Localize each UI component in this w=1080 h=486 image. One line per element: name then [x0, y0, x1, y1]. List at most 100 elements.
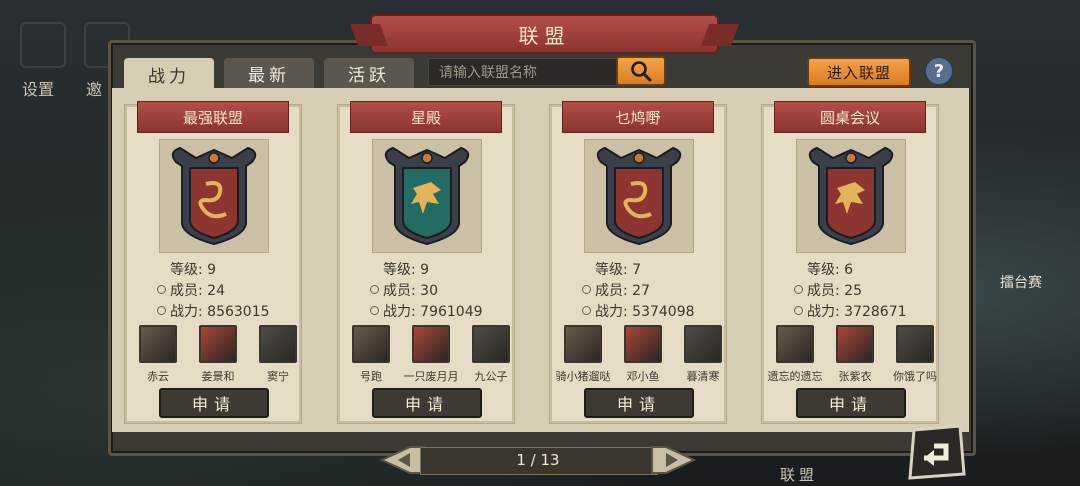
alliance-emblem	[159, 139, 269, 253]
alliance-name: 圆桌会议	[774, 101, 926, 133]
stat-label: 成员:	[807, 283, 840, 299]
stat-value: 7	[632, 262, 642, 278]
stat-bullet-icon	[582, 306, 591, 315]
member-avatar[interactable]	[352, 325, 390, 363]
member-name: 邓小鱼	[626, 370, 660, 383]
member-name: 遗忘的遗忘	[767, 370, 823, 383]
tab-active[interactable]: 活跃	[324, 58, 414, 88]
stat-value: 3728671	[844, 304, 907, 320]
alliance-name: 乜鸠嘢	[562, 101, 714, 133]
member-avatar[interactable]	[624, 325, 662, 363]
apply-button[interactable]: 申请	[372, 388, 482, 418]
stat-bullet-icon	[794, 285, 803, 294]
alliance-name: 星殿	[350, 101, 502, 133]
stat-bullet-icon	[582, 285, 591, 294]
stat-label: 成员:	[383, 283, 416, 299]
stat-label: 等级:	[383, 262, 416, 278]
arena-label[interactable]: 擂台赛	[1000, 272, 1042, 292]
stat-level: 等级: 7	[582, 259, 641, 279]
stat-value: 27	[632, 283, 650, 299]
stat-power: 战力: 8563015	[157, 301, 270, 321]
alliance-card[interactable]: 乜鸠嘢 等级: 7 成员: 27 战力: 5374098 骑小猪遛哒 邓小鱼 暮清寒 申请	[549, 101, 727, 424]
member-name: 赤云	[147, 370, 169, 383]
stat-label: 战力:	[383, 304, 416, 320]
member-name: 姜景和	[201, 370, 235, 383]
stat-label: 等级:	[170, 262, 203, 278]
member-avatar[interactable]	[412, 325, 450, 363]
alliance-emblem	[584, 139, 694, 253]
tab-power[interactable]: 战力	[124, 58, 214, 90]
settings-icon[interactable]	[20, 22, 66, 68]
stat-power: 战力: 5374098	[582, 301, 695, 321]
tab-newest[interactable]: 最新	[224, 58, 314, 88]
pager: 1 / 13	[380, 443, 696, 479]
stat-label: 成员:	[170, 283, 203, 299]
apply-button[interactable]: 申请	[796, 388, 906, 418]
member-avatar[interactable]	[564, 325, 602, 363]
member-name: 一只废月月	[403, 370, 459, 383]
alliance-emblem	[372, 139, 482, 253]
stat-level: 等级: 9	[370, 259, 429, 279]
stat-value: 8563015	[207, 304, 270, 320]
stat-label: 等级:	[595, 262, 628, 278]
shield-emblem-icon	[384, 146, 470, 246]
enter-alliance-button[interactable]: 进入联盟	[807, 57, 911, 87]
member-avatar[interactable]	[259, 325, 297, 363]
stat-value: 5374098	[632, 304, 695, 320]
search-button[interactable]	[616, 56, 666, 86]
stat-bullet-icon	[157, 306, 166, 315]
stat-bullet-icon	[157, 285, 166, 294]
member-avatar[interactable]	[684, 325, 722, 363]
stat-power: 战力: 7961049	[370, 301, 483, 321]
back-arrow-icon[interactable]	[906, 424, 968, 482]
alliance-card[interactable]: 最强联盟 等级: 9 成员: 24 战力: 8563015 赤云 姜景和 窦宁 申请	[124, 101, 302, 424]
stat-bullet-icon	[370, 306, 379, 315]
alliance-card[interactable]: 星殿 等级: 9 成员: 30 战力: 7961049 号跑 一只废月月 九公子 申请	[337, 101, 515, 424]
page-indicator: 1 / 13	[516, 451, 560, 469]
help-icon[interactable]: ?	[924, 56, 954, 86]
search-icon	[631, 61, 652, 82]
stat-bullet-icon	[370, 285, 379, 294]
stat-value: 6	[844, 262, 854, 278]
alliance-emblem	[796, 139, 906, 253]
member-avatar[interactable]	[472, 325, 510, 363]
stat-value: 25	[844, 283, 862, 299]
stat-value: 7961049	[420, 304, 483, 320]
member-avatar[interactable]	[776, 325, 814, 363]
shield-emblem-icon	[596, 146, 682, 246]
member-name: 号跑	[360, 370, 382, 383]
stat-value: 30	[420, 283, 438, 299]
stat-label: 战力:	[595, 304, 628, 320]
settings-label: 设置	[22, 80, 55, 99]
panel-title: 联盟	[370, 14, 719, 54]
alliance-name: 最强联盟	[137, 101, 289, 133]
stat-members: 成员: 30	[370, 280, 438, 300]
member-avatar[interactable]	[836, 325, 874, 363]
stat-members: 成员: 25	[794, 280, 862, 300]
member-name: 骑小猪遛哒	[555, 370, 611, 383]
stat-power: 战力: 3728671	[794, 301, 907, 321]
stat-value: 9	[207, 262, 217, 278]
shield-emblem-icon	[808, 146, 894, 246]
apply-button[interactable]: 申请	[584, 388, 694, 418]
member-name: 你饿了吗	[893, 370, 937, 383]
member-name: 张紫衣	[838, 370, 872, 383]
stat-value: 24	[207, 283, 225, 299]
stat-members: 成员: 27	[582, 280, 650, 300]
invite-label: 邀	[86, 80, 103, 99]
shield-emblem-icon	[171, 146, 257, 246]
panel-title-text: 联盟	[518, 23, 571, 48]
member-name: 窦宁	[267, 370, 289, 383]
stat-label: 成员:	[595, 283, 628, 299]
alliance-card[interactable]: 圆桌会议 等级: 6 成员: 25 战力: 3728671 遗忘的遗忘 张紫衣 你饿了吗 申请	[761, 101, 939, 424]
member-name: 暮清寒	[686, 370, 720, 383]
apply-button[interactable]: 申请	[159, 388, 269, 418]
stat-level: 等级: 9	[157, 259, 216, 279]
member-avatar[interactable]	[139, 325, 177, 363]
stat-members: 成员: 24	[157, 280, 225, 300]
member-avatar[interactable]	[896, 325, 934, 363]
search-input[interactable]: 请输入联盟名称	[428, 58, 618, 86]
stat-level: 等级: 6	[794, 259, 853, 279]
stat-label: 战力:	[807, 304, 840, 320]
member-avatar[interactable]	[199, 325, 237, 363]
